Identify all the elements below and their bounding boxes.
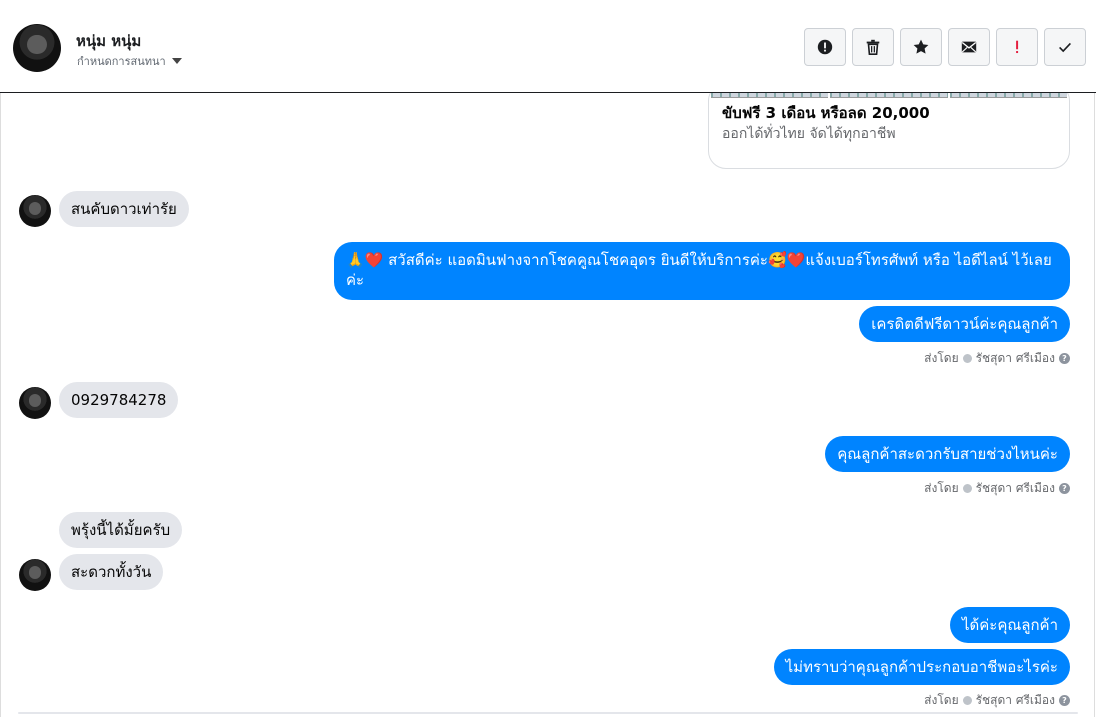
contact-avatar-small bbox=[19, 387, 51, 419]
mail-icon bbox=[961, 41, 977, 53]
ad-card-subtitle: ออกได้ทั่วไทย จัดได้ทุกอาชีพ bbox=[722, 126, 896, 142]
mark-unread-button[interactable] bbox=[948, 28, 990, 66]
outgoing-message[interactable]: เครดิตดีฟรีดาวน์ค่ะคุณลูกค้า bbox=[859, 306, 1070, 342]
help-icon[interactable]: ? bbox=[1059, 695, 1070, 706]
contact-avatar[interactable] bbox=[13, 24, 61, 72]
outgoing-message[interactable]: ได้ค่ะคุณลูกค้า bbox=[949, 607, 1070, 643]
ad-thumbnail bbox=[711, 93, 829, 98]
exclamation-icon bbox=[1016, 40, 1019, 54]
agent-status-icon bbox=[962, 484, 972, 493]
outgoing-message[interactable]: 🙏❤️ สวัสดีค่ะ แอดมินฟางจากโชคคูณโชคอุดร … bbox=[334, 242, 1070, 300]
follow-up-button[interactable] bbox=[996, 28, 1038, 66]
sent-by-info: ส่งโดย รัชสุดา ศรีเมือง ? bbox=[924, 479, 1070, 498]
sent-by-label: ส่งโดย bbox=[924, 351, 959, 365]
contact-avatar-small bbox=[19, 195, 51, 227]
sent-by-agent: รัชสุดา ศรีเมือง bbox=[975, 481, 1055, 495]
agent-status-icon bbox=[962, 354, 972, 363]
ad-card[interactable]: ขับฟรี 3 เดือน หรือลด 20,000 ออกได้ทั่วไ… bbox=[708, 93, 1070, 169]
sent-by-agent: รัชสุดา ศรีเมือง bbox=[975, 693, 1055, 707]
ad-thumbnail bbox=[949, 93, 1067, 98]
message-thread[interactable]: ขับฟรี 3 เดือน หรือลด 20,000 ออกได้ทั่วไ… bbox=[0, 93, 1096, 717]
outgoing-message[interactable]: คุณลูกค้าสะดวกรับสายช่วงไหนค่ะ bbox=[825, 436, 1070, 472]
caret-down-icon bbox=[171, 58, 182, 64]
agent-status-icon bbox=[962, 696, 972, 705]
mark-done-button[interactable] bbox=[1044, 28, 1086, 66]
incoming-message[interactable]: พรุ้งนี้ได้มั้ยครับ bbox=[59, 512, 183, 548]
incoming-message[interactable]: สะดวกทั้งวัน bbox=[59, 554, 164, 590]
sent-by-agent: รัชสุดา ศรีเมือง bbox=[975, 351, 1055, 365]
outgoing-message[interactable]: ไม่ทราบว่าคุณลูกค้าประกอบอาชีพอะไรค่ะ bbox=[773, 649, 1070, 685]
star-button[interactable] bbox=[900, 28, 942, 66]
check-icon bbox=[1059, 42, 1071, 53]
sent-by-info: ส่งโดย รัชสุดา ศรีเมือง ? bbox=[924, 691, 1070, 710]
star-icon bbox=[913, 39, 929, 54]
alert-circle-icon bbox=[817, 39, 833, 55]
ad-thumbnail bbox=[830, 93, 948, 98]
ad-card-title: ขับฟรี 3 เดือน หรือลด 20,000 bbox=[722, 104, 930, 122]
assign-conversation-label: กำหนดการสนทนา bbox=[77, 55, 166, 68]
ad-thumbnails bbox=[711, 93, 1067, 98]
help-icon[interactable]: ? bbox=[1059, 353, 1070, 364]
sent-by-label: ส่งโดย bbox=[924, 481, 959, 495]
assign-conversation-dropdown[interactable]: กำหนดการสนทนา bbox=[77, 52, 182, 70]
sent-by-label: ส่งโดย bbox=[924, 693, 959, 707]
composer-edge bbox=[18, 712, 1078, 714]
incoming-message[interactable]: สนคับดาวเท่ารัย bbox=[59, 191, 189, 227]
trash-icon bbox=[866, 39, 880, 56]
contact-name[interactable]: หนุ่ม หนุ่ม bbox=[76, 29, 141, 53]
delete-button[interactable] bbox=[852, 28, 894, 66]
incoming-message[interactable]: 0929784278 bbox=[59, 382, 179, 418]
sent-by-info: ส่งโดย รัชสุดา ศรีเมือง ? bbox=[924, 349, 1070, 368]
header-actions bbox=[804, 28, 1086, 66]
conversation-header: หนุ่ม หนุ่ม กำหนดการสนทนา bbox=[0, 3, 1096, 93]
help-icon[interactable]: ? bbox=[1059, 483, 1070, 494]
contact-avatar-small bbox=[19, 559, 51, 591]
mark-spam-button[interactable] bbox=[804, 28, 846, 66]
